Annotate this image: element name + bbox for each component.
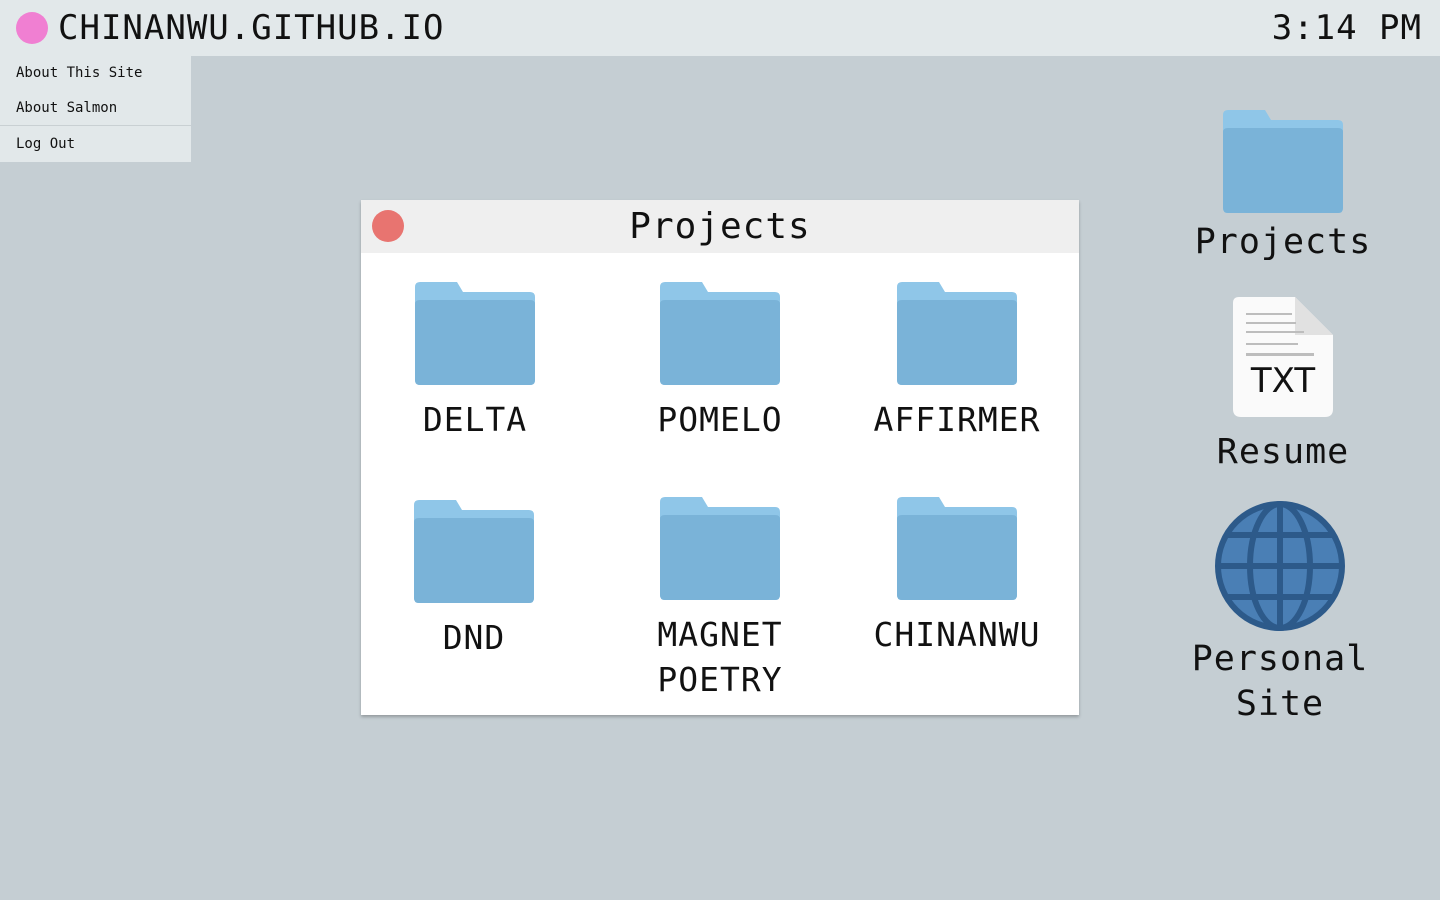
site-title: CHINANWU.GITHUB.IO [58, 8, 445, 48]
folder-label: MAGNET POETRY [657, 615, 783, 699]
menu-divider [0, 125, 191, 126]
folder-pomelo[interactable]: POMELO [620, 282, 820, 442]
txt-badge: TXT [1250, 361, 1316, 401]
desktop-icon-label: Personal Site [1191, 639, 1369, 724]
folder-label: AFFIRMER [873, 400, 1041, 439]
desktop-icon-projects[interactable]: Projects [1183, 110, 1383, 265]
desktop-icon-resume[interactable]: TXT Resume [1183, 297, 1383, 475]
folder-chinanwu[interactable]: CHINANWU [857, 497, 1057, 657]
folder-magnet-poetry[interactable]: MAGNET POETRY [620, 497, 820, 702]
globe-icon [1215, 501, 1345, 631]
folder-dnd[interactable]: DND [374, 500, 574, 660]
txt-file-icon: TXT [1233, 297, 1333, 417]
folder-label: POMELO [657, 400, 783, 439]
folder-icon [1223, 110, 1343, 213]
folder-delta[interactable]: DELTA [375, 282, 575, 442]
desktop-icon-personal-site[interactable]: Personal Site [1180, 501, 1380, 727]
window-title: Projects [629, 206, 811, 247]
menu-item-log-out[interactable]: Log Out [0, 127, 191, 161]
folder-label: CHINANWU [873, 615, 1041, 654]
menu-item-about-salmon[interactable]: About Salmon [0, 91, 191, 125]
window-titlebar[interactable]: Projects [361, 200, 1079, 253]
menu-bar: CHINANWU.GITHUB.IO 3:14 PM [0, 0, 1440, 56]
folder-label: DND [442, 618, 506, 657]
main-menu-button[interactable] [16, 12, 48, 44]
folder-icon [414, 500, 534, 603]
folder-icon [415, 282, 535, 385]
projects-window: Projects DELTA POMELO AFFIRMER DND MAGNE… [361, 200, 1079, 715]
folder-label: DELTA [422, 400, 528, 439]
clock: 3:14 PM [1271, 8, 1422, 48]
main-menu-dropdown: About This Site About Salmon Log Out [0, 56, 191, 162]
desktop-icon-label: Resume [1216, 432, 1350, 472]
menu-item-about-this-site[interactable]: About This Site [0, 56, 191, 90]
folder-icon [660, 282, 780, 385]
folder-icon [897, 282, 1017, 385]
desktop-icon-label: Projects [1194, 222, 1372, 262]
folder-icon [897, 497, 1017, 600]
folder-icon [660, 497, 780, 600]
folder-affirmer[interactable]: AFFIRMER [857, 282, 1057, 442]
